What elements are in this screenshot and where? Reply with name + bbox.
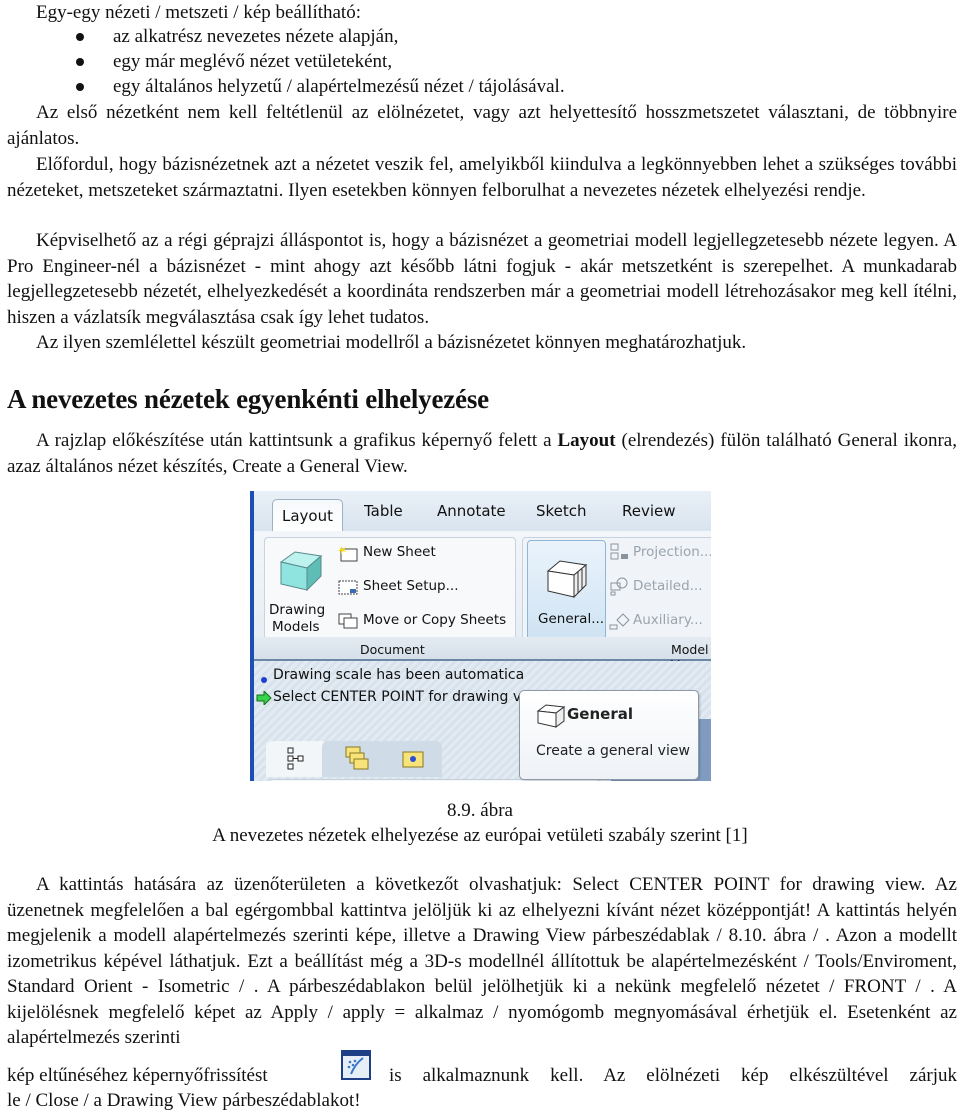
green-arrow-icon	[256, 691, 272, 705]
move-copy-sheets-icon	[338, 613, 358, 629]
tab-review[interactable]: Review	[622, 502, 676, 520]
projection-button[interactable]: Projection...	[609, 542, 711, 564]
detailed-icon	[610, 577, 628, 596]
intro-lead: Egy-egy nézeti / metszeti / kép beállíth…	[36, 2, 361, 23]
drawing-models-label-1: Drawing	[269, 602, 326, 618]
paragraph-6: A kattintás hatására az üzenőterületen a…	[7, 874, 957, 1048]
auxiliary-button[interactable]: Auxiliary...	[609, 610, 711, 632]
p5-text-before: A rajzlap előkészítése után kattintsunk …	[36, 430, 558, 451]
p7-text-after: is alkalmaznunk kell. Az elölnézeti kép …	[389, 1065, 957, 1086]
paragraph-3: Képviselhető az a régi géprajzi álláspon…	[7, 230, 957, 328]
general-tooltip: General Create a general view	[519, 690, 699, 780]
list-item: egy már meglévő nézet vetületeként,	[113, 51, 393, 72]
folder-browser-tab[interactable]	[322, 741, 384, 777]
tab-annotate[interactable]: Annotate	[437, 502, 506, 520]
drawing-models-label-2: Models	[272, 619, 320, 635]
tree-icon	[287, 747, 304, 770]
tab-sketch[interactable]: Sketch	[536, 502, 587, 520]
repaint-icon[interactable]	[341, 1050, 371, 1080]
move-copy-sheets-button[interactable]: Move or Copy Sheets	[337, 610, 515, 632]
general-view-icon	[546, 560, 588, 599]
general-button-label: General...	[538, 611, 605, 627]
bullet-icon	[76, 58, 84, 66]
ribbon: Drawing Models New Sheet Sheet Setup...	[254, 531, 711, 645]
general-button[interactable]: General...	[527, 540, 606, 640]
figure-caption: A nevezetes nézetek elhelyezése az európ…	[212, 825, 748, 846]
paragraph-7-start: kép eltűnéséhez képernyőfrissítést	[7, 1065, 268, 1086]
projection-icon	[610, 543, 628, 560]
figure-screenshot: Layout Table Annotate Sketch Review Draw…	[250, 491, 711, 781]
sheet-setup-button[interactable]: Sheet Setup...	[337, 576, 507, 598]
figure-number: 8.9. ábra	[447, 800, 513, 821]
message-area: Drawing scale has been automatica Select…	[254, 661, 711, 781]
sheet-setup-icon	[338, 580, 358, 595]
bullet-icon	[76, 83, 84, 91]
section-heading: A nevezetes nézetek egyenkénti elhelyezé…	[7, 384, 489, 414]
layout-term: Layout	[557, 430, 616, 451]
tooltip-title: General	[567, 705, 633, 723]
model-tree-tab[interactable]	[266, 741, 328, 777]
list-item: az alkatrész nevezetes nézete alapján,	[113, 26, 399, 47]
model-views-group: General... Projection... Detailed... Aux…	[522, 537, 711, 645]
tab-layout[interactable]: Layout	[272, 499, 343, 531]
favorites-tab[interactable]	[380, 741, 442, 777]
drawing-models-button[interactable]: Drawing Models	[267, 542, 335, 640]
detailed-label: Detailed...	[633, 578, 703, 594]
general-view-icon	[536, 704, 566, 728]
new-sheet-icon	[338, 546, 358, 562]
info-bullet-icon	[261, 677, 267, 683]
paragraph-4: Az ilyen szemlélettel készült geometriai…	[36, 332, 747, 353]
folders-icon	[345, 746, 369, 770]
new-sheet-label: New Sheet	[363, 544, 436, 560]
ribbon-tab-row: Layout Table Annotate Sketch Review	[254, 491, 711, 532]
new-sheet-button[interactable]: New Sheet	[337, 542, 507, 564]
list-item: egy általános helyzetű / alapértelmezésű…	[113, 76, 565, 97]
bullet-icon	[76, 33, 84, 41]
p7-text-wrap: le / Close / a Drawing View párbeszédabl…	[7, 1090, 361, 1111]
projection-label: Projection...	[633, 544, 711, 560]
message-line-2: Select CENTER POINT for drawing v	[273, 689, 522, 705]
tab-table[interactable]: Table	[364, 502, 403, 520]
drawing-models-icon	[279, 551, 323, 592]
group-label-bar	[254, 637, 711, 661]
move-copy-sheets-label: Move or Copy Sheets	[363, 612, 507, 628]
detailed-button[interactable]: Detailed...	[609, 576, 711, 598]
paragraph-5: A rajzlap előkészítése után kattintsunk …	[7, 428, 957, 479]
paragraph-7-end-line1: is alkalmaznunk kell. Az elölnézeti kép …	[389, 1063, 957, 1088]
sheet-setup-label: Sheet Setup...	[363, 578, 459, 594]
document-group: Drawing Models New Sheet Sheet Setup...	[264, 537, 516, 645]
message-line-1: Drawing scale has been automatica	[273, 667, 525, 683]
paragraph-1: Az első nézetként nem kell feltétlenül a…	[7, 102, 957, 149]
paragraph-2: Előfordul, hogy bázisnézetnek azt a néze…	[7, 154, 957, 201]
favorites-folder-icon	[402, 751, 424, 768]
document-group-label: Document	[360, 642, 425, 657]
auxiliary-icon	[609, 613, 630, 630]
auxiliary-label: Auxiliary...	[633, 612, 703, 628]
paragraph-7-end-line2: le / Close / a Drawing View párbeszédabl…	[7, 1088, 361, 1113]
tooltip-description: Create a general view	[536, 743, 690, 759]
